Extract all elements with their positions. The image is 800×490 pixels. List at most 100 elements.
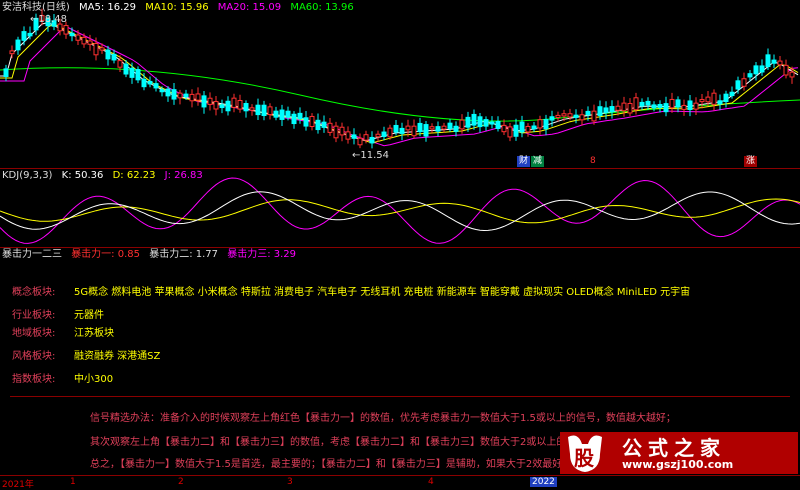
candle (537, 115, 543, 135)
candle (435, 121, 441, 137)
logo-icon-text: 股 (574, 446, 594, 470)
candle (291, 111, 297, 129)
candle (231, 93, 237, 113)
ma10-line (0, 23, 799, 144)
candle (195, 87, 201, 106)
candle (609, 100, 615, 119)
candle (621, 96, 627, 117)
candle (237, 94, 243, 113)
kdj-title: KDJ(9,3,3) (2, 170, 53, 181)
candle (225, 96, 231, 116)
candle (471, 109, 477, 130)
industry-key: 行业板块: (12, 310, 56, 321)
kdj-k-value: K: 50.36 (61, 170, 104, 181)
candle (69, 27, 75, 42)
candle (369, 131, 375, 149)
candle (423, 120, 429, 142)
kdj-panel[interactable]: KDJ(9,3,3) K: 50.36 D: 62.23 J: 26.83 (0, 169, 800, 247)
style-key: 风格板块: (12, 351, 56, 362)
candle (657, 100, 663, 113)
candlestick-panel[interactable]: 安洁科技(日线) MA5: 16.29 MA10: 15.96 MA20: 15… (0, 0, 800, 168)
candle (147, 76, 153, 88)
candle (717, 94, 723, 111)
candle (273, 106, 279, 121)
candle (579, 109, 585, 126)
ma60-value: MA60: 13.96 (290, 2, 354, 13)
badge-8[interactable]: 8 (588, 156, 598, 167)
low-price-label: ←11.54 (352, 150, 390, 161)
candle (477, 112, 483, 133)
industry-value: 元器件 (74, 310, 104, 321)
concept-value: 5G概念 燃料电池 苹果概念 小米概念 特斯拉 消费电子 汽车电子 无线耳机 充… (74, 287, 691, 298)
candle (189, 89, 195, 108)
concept-row: 概念板块: 5G概念 燃料电池 苹果概念 小米概念 特斯拉 消费电子 汽车电子 无… (12, 283, 690, 298)
candle (21, 26, 27, 46)
high-price-label: ←18.48 (30, 14, 68, 25)
candle (411, 119, 417, 139)
candle (627, 98, 633, 117)
power2-value: 暴击力二: 1.77 (149, 249, 219, 260)
candle (513, 118, 519, 141)
candle (303, 110, 309, 131)
candle (279, 104, 285, 127)
candle (429, 123, 435, 134)
axis-label-3: 3 (287, 477, 293, 487)
candlestick-chart[interactable] (0, 0, 800, 168)
kdj-j-value: J: 26.83 (164, 170, 203, 181)
badge-finance[interactable]: 财 (517, 156, 531, 167)
candle (333, 121, 339, 143)
candle (3, 64, 9, 82)
candle (741, 72, 747, 91)
index-value: 中小300 (74, 374, 114, 385)
ma10-value: MA10: 15.96 (145, 2, 209, 13)
note-line-3: 总之，【暴击力一】数值大于1.5是首选，最主要的；【暴击力二】和【暴击力三】是辅… (90, 459, 593, 470)
axis-label-2: 2 (178, 477, 184, 487)
info-divider (10, 396, 790, 397)
candle (681, 99, 687, 116)
candle (81, 33, 87, 48)
candle (591, 104, 597, 125)
candle (351, 128, 357, 145)
candle (501, 119, 507, 136)
index-row: 指数板块: 中小300 (12, 370, 113, 385)
candle (327, 117, 333, 136)
badge-rise[interactable]: 涨 (744, 156, 758, 167)
candle (711, 89, 717, 111)
axis-label-2021: 2021年 (2, 480, 34, 490)
candle (357, 133, 363, 149)
candle (345, 126, 351, 144)
candle (447, 118, 453, 132)
candle (261, 100, 267, 121)
candle (489, 116, 495, 129)
candle (249, 104, 255, 116)
candle (645, 97, 651, 110)
candle (783, 59, 789, 79)
candle (171, 82, 177, 105)
candle (543, 114, 549, 136)
axis-label-2022: 2022 (530, 477, 557, 487)
candle (765, 48, 771, 70)
index-key: 指数板块: (12, 374, 56, 385)
badge-reduce[interactable]: 减 (531, 156, 545, 167)
candle (105, 45, 111, 66)
ma20-value: MA20: 15.09 (217, 2, 282, 13)
date-axis[interactable]: 2021年 1 2 3 4 2022 (0, 475, 800, 490)
candle (375, 130, 381, 142)
industry-row: 行业板块: 元器件 (12, 306, 104, 321)
concept-key: 概念板块: (12, 287, 56, 298)
candle (159, 86, 165, 97)
note-line-2: 其次观察左上角【暴击力二】和【暴击力三】的数值，考虑【暴击力二】和【暴击力三】数… (90, 437, 607, 448)
power1-value: 暴击力一: 0.85 (71, 249, 141, 260)
candle (531, 122, 537, 132)
candle (453, 121, 459, 137)
candle (777, 56, 783, 70)
indicator-title: 暴击力一二三 (2, 249, 62, 260)
style-value: 融资融券 深港通SZ (74, 351, 161, 362)
ma60-line (0, 67, 800, 122)
kdj-d-value: D: 62.23 (112, 170, 156, 181)
region-key: 地域板块: (12, 328, 56, 339)
axis-label-1: 1 (70, 477, 76, 487)
kdj-j-line (0, 177, 800, 244)
candle (321, 115, 327, 133)
logo-url: www.gszj100.com (622, 458, 734, 471)
